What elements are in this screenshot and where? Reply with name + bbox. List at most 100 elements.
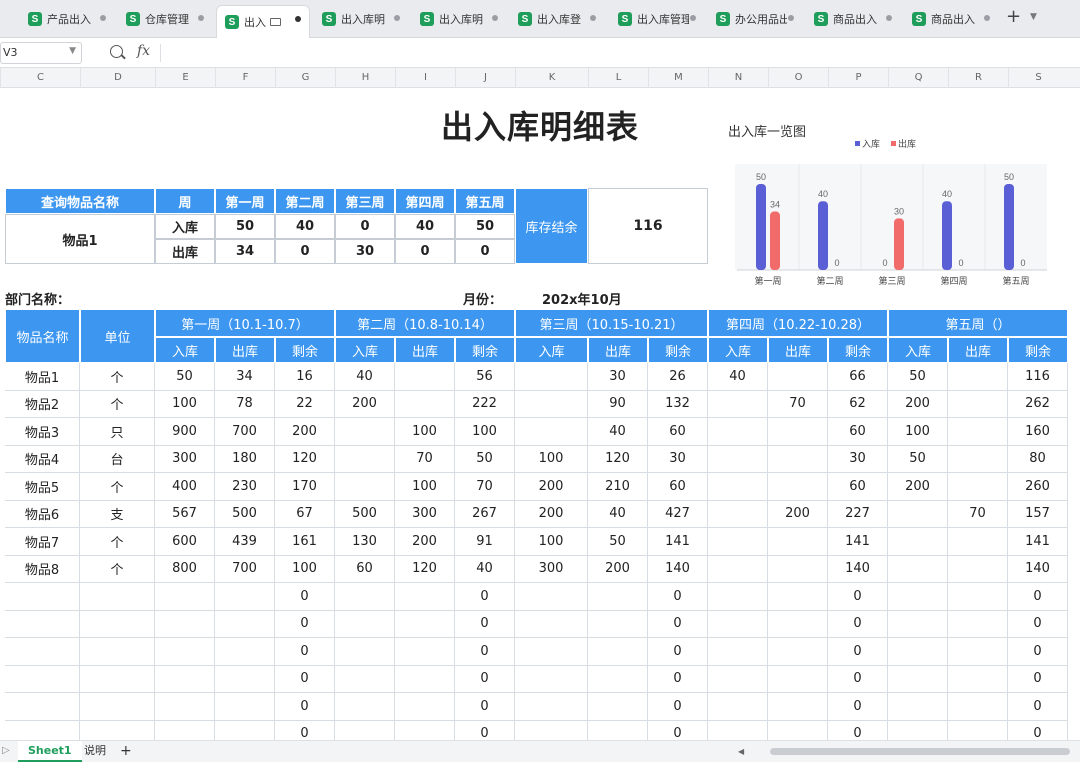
table-cell[interactable]: 140: [648, 555, 708, 583]
sheet-nav-left-icon[interactable]: ▷: [2, 741, 10, 761]
tab-6[interactable]: S 出入库登: [510, 5, 604, 33]
table-cell[interactable]: [948, 665, 1008, 693]
table-cell[interactable]: 0: [455, 665, 515, 693]
table-cell[interactable]: 30: [648, 445, 708, 473]
table-cell[interactable]: 70: [768, 390, 828, 418]
chart-bar-out[interactable]: [770, 211, 780, 270]
tab-10[interactable]: S 商品出入: [904, 5, 998, 33]
table-cell[interactable]: 160: [1008, 418, 1068, 446]
table-cell[interactable]: 200: [888, 473, 948, 501]
table-cell[interactable]: 0: [275, 638, 335, 666]
table-cell[interactable]: [515, 363, 588, 391]
table-cell[interactable]: 100: [395, 418, 455, 446]
table-cell[interactable]: [395, 693, 455, 721]
table-cell[interactable]: 0: [828, 610, 888, 638]
table-cell[interactable]: [948, 720, 1008, 740]
table-cell[interactable]: [708, 445, 768, 473]
bar-chart[interactable]: 50 40 0 40 50 34 0 30 0 0 第一周 第二周 第三周 第四周 第五周 入库 出库: [735, 138, 1050, 293]
table-cell[interactable]: 130: [335, 528, 395, 556]
table-cell[interactable]: [515, 390, 588, 418]
table-cell[interactable]: 300: [395, 500, 455, 528]
tab-7[interactable]: S 出入库管理: [610, 5, 704, 33]
table-cell[interactable]: [948, 418, 1008, 446]
chevron-down-icon[interactable]: ▼: [1030, 12, 1037, 22]
table-cell[interactable]: 200: [395, 528, 455, 556]
table-cell[interactable]: [335, 445, 395, 473]
table-cell[interactable]: [395, 583, 455, 611]
table-cell[interactable]: 500: [335, 500, 395, 528]
table-cell[interactable]: 0: [275, 665, 335, 693]
column-header-D[interactable]: D: [80, 68, 155, 88]
table-cell[interactable]: 222: [455, 390, 515, 418]
table-cell[interactable]: [155, 693, 215, 721]
table-cell[interactable]: 支: [80, 500, 155, 528]
table-cell[interactable]: 0: [648, 583, 708, 611]
table-cell[interactable]: 200: [515, 473, 588, 501]
table-cell[interactable]: [515, 610, 588, 638]
table-cell[interactable]: [888, 500, 948, 528]
table-cell[interactable]: [948, 473, 1008, 501]
table-cell[interactable]: 60: [648, 473, 708, 501]
chart-bar-out[interactable]: [894, 218, 904, 270]
table-cell[interactable]: [215, 583, 275, 611]
table-cell[interactable]: 0: [648, 610, 708, 638]
sheet-tab-notes[interactable]: 说明: [84, 741, 106, 762]
table-cell[interactable]: [948, 445, 1008, 473]
close-icon[interactable]: [690, 15, 696, 21]
table-cell[interactable]: 200: [888, 390, 948, 418]
table-cell[interactable]: 70: [455, 473, 515, 501]
table-cell[interactable]: 60: [828, 473, 888, 501]
table-cell[interactable]: [215, 638, 275, 666]
name-box[interactable]: V3 ▼: [0, 42, 82, 64]
table-cell[interactable]: 600: [155, 528, 215, 556]
table-cell[interactable]: [948, 390, 1008, 418]
close-icon[interactable]: [492, 15, 498, 21]
table-cell[interactable]: [948, 555, 1008, 583]
table-cell[interactable]: [768, 363, 828, 391]
table-cell[interactable]: [395, 638, 455, 666]
table-cell[interactable]: 0: [828, 583, 888, 611]
table-cell[interactable]: 34: [215, 363, 275, 391]
table-cell[interactable]: 70: [948, 500, 1008, 528]
table-cell[interactable]: 200: [588, 555, 648, 583]
table-cell[interactable]: [588, 720, 648, 740]
table-cell[interactable]: [948, 693, 1008, 721]
table-cell[interactable]: [215, 693, 275, 721]
table-cell[interactable]: 26: [648, 363, 708, 391]
tab-4[interactable]: S 出入库明: [314, 5, 408, 33]
table-cell[interactable]: [335, 665, 395, 693]
item-name-cell[interactable]: [5, 610, 80, 638]
table-cell[interactable]: 个: [80, 473, 155, 501]
column-header-Q[interactable]: Q: [888, 68, 948, 88]
table-cell[interactable]: 56: [455, 363, 515, 391]
table-cell[interactable]: 91: [455, 528, 515, 556]
table-cell[interactable]: 0: [828, 693, 888, 721]
table-cell[interactable]: 个: [80, 390, 155, 418]
table-cell[interactable]: [768, 693, 828, 721]
table-cell[interactable]: 30: [828, 445, 888, 473]
table-cell[interactable]: 120: [275, 445, 335, 473]
column-header-E[interactable]: E: [155, 68, 215, 88]
table-cell[interactable]: [888, 610, 948, 638]
table-cell[interactable]: 200: [275, 418, 335, 446]
table-cell[interactable]: 80: [1008, 445, 1068, 473]
table-cell[interactable]: 0: [1008, 665, 1068, 693]
table-cell[interactable]: [888, 528, 948, 556]
table-cell[interactable]: [335, 693, 395, 721]
table-cell[interactable]: 67: [275, 500, 335, 528]
item-name-cell[interactable]: [5, 638, 80, 666]
table-cell[interactable]: 0: [1008, 610, 1068, 638]
table-cell[interactable]: 60: [828, 418, 888, 446]
table-cell[interactable]: [888, 720, 948, 740]
table-cell[interactable]: 200: [515, 500, 588, 528]
table-cell[interactable]: [80, 665, 155, 693]
table-cell[interactable]: 260: [1008, 473, 1068, 501]
table-cell[interactable]: 个: [80, 528, 155, 556]
table-cell[interactable]: [948, 528, 1008, 556]
table-cell[interactable]: 40: [708, 363, 768, 391]
item-name-cell[interactable]: 物品3: [5, 418, 80, 446]
table-cell[interactable]: 50: [888, 363, 948, 391]
item-name-cell[interactable]: 物品4: [5, 445, 80, 473]
table-cell[interactable]: [708, 720, 768, 740]
chart-bar-in[interactable]: [756, 184, 766, 270]
